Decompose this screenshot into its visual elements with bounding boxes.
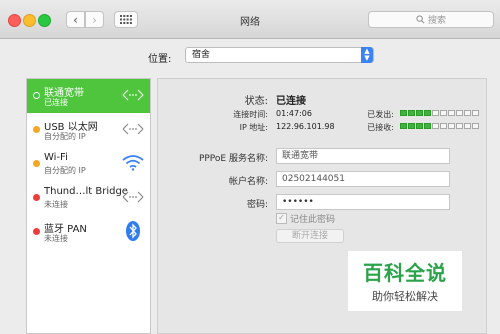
ethernet-arrows-icon (122, 123, 144, 135)
service-item-thunderbolt-bridge[interactable]: Thund…lt Bridge 未连接 (27, 181, 150, 215)
received-meter (400, 123, 479, 129)
meter-segment (464, 123, 471, 129)
location-value: 宿舍 (192, 50, 211, 60)
service-status: 未连接 (44, 200, 68, 209)
service-status: 自分配的 IP (44, 132, 86, 141)
meter-segment (424, 123, 431, 129)
received-label: 已接收: (367, 123, 394, 132)
meter-segment (400, 110, 407, 116)
meter-segment (408, 123, 415, 129)
search-icon (416, 15, 425, 24)
checkmark-icon: ✓ (276, 213, 287, 224)
password-label: 密码: (246, 200, 268, 210)
service-name: Thund…lt Bridge (44, 186, 128, 197)
meter-segment (416, 110, 423, 116)
sent-meter (400, 110, 479, 116)
status-dot-self-assigned (33, 126, 40, 133)
service-status: 未连接 (44, 234, 68, 243)
connect-time-value: 01:47:06 (276, 109, 312, 118)
wifi-icon (122, 155, 144, 171)
pppoe-service-field[interactable]: 联通宽带 (276, 148, 450, 164)
service-name: Wi-Fi (44, 152, 68, 163)
service-status: 已连接 (44, 98, 68, 107)
meter-segment (440, 110, 447, 116)
service-item-usb-ethernet[interactable]: USB 以太网 自分配的 IP (27, 113, 150, 147)
remember-password-checkbox[interactable]: ✓ 记住此密码 (276, 212, 335, 225)
account-name-label: 帐户名称: (228, 177, 268, 187)
disconnect-button[interactable]: 断开连接 (276, 229, 344, 243)
status-dot-not-connected (33, 194, 40, 201)
connect-time-label: 连接时间: (233, 110, 268, 119)
title-bar: ‹ › 网络 搜索 (0, 0, 500, 39)
meter-segment (432, 123, 439, 129)
service-list: 联通宽带 已连接 USB 以太网 自分配的 IP Wi-Fi 自分配的 IP T… (26, 78, 151, 334)
meter-segment (440, 123, 447, 129)
location-label: 位置: (148, 54, 172, 65)
password-field[interactable]: •••••• (276, 194, 450, 210)
network-preferences-window: ‹ › 网络 搜索 位置: 宿舍 ▲ ▼ 联通宽带 已连接 USB 以太网 自分… (0, 0, 500, 334)
account-name-field[interactable]: 02502144051 (276, 171, 450, 187)
sent-label: 已发出: (367, 110, 394, 119)
meter-segment (400, 123, 407, 129)
pppoe-service-label: PPPoE 服务名称: (198, 154, 268, 164)
status-dot-self-assigned (33, 160, 40, 167)
bluetooth-icon (126, 221, 140, 241)
meter-segment (464, 110, 471, 116)
meter-segment (432, 110, 439, 116)
service-status: 自分配的 IP (44, 166, 86, 175)
location-select[interactable]: 宿舍 ▲ ▼ (185, 47, 374, 63)
meter-segment (408, 110, 415, 116)
ethernet-arrows-icon (122, 89, 144, 101)
service-item-unicom-broadband[interactable]: 联通宽带 已连接 (27, 79, 150, 113)
meter-segment (456, 123, 463, 129)
search-placeholder: 搜索 (427, 16, 446, 26)
watermark-sub-text: 助你轻松解决 (372, 290, 438, 303)
remember-password-label: 记住此密码 (290, 215, 336, 225)
meter-segment (472, 110, 479, 116)
ip-address-value: 122.96.101.98 (276, 122, 335, 131)
service-item-bluetooth-pan[interactable]: 蓝牙 PAN 未连接 (27, 215, 150, 249)
status-dot-not-connected (33, 228, 40, 235)
service-item-wifi[interactable]: Wi-Fi 自分配的 IP (27, 147, 150, 181)
meter-segment (448, 110, 455, 116)
status-dot-connected (33, 92, 40, 99)
meter-segment (424, 110, 431, 116)
watermark-main-text: 百科全说 (363, 261, 447, 285)
ip-address-label: IP 地址: (239, 123, 268, 132)
status-label: 状态: (244, 96, 268, 107)
meter-segment (416, 123, 423, 129)
meter-segment (472, 123, 479, 129)
meter-segment (456, 110, 463, 116)
search-field[interactable]: 搜索 (368, 11, 494, 28)
ethernet-arrows-icon (122, 191, 144, 203)
meter-segment (448, 123, 455, 129)
status-value: 已连接 (276, 96, 306, 107)
updown-arrow-icon: ▲ ▼ (361, 47, 373, 63)
watermark-logo: 百科全说 助你轻松解决 (348, 251, 462, 311)
